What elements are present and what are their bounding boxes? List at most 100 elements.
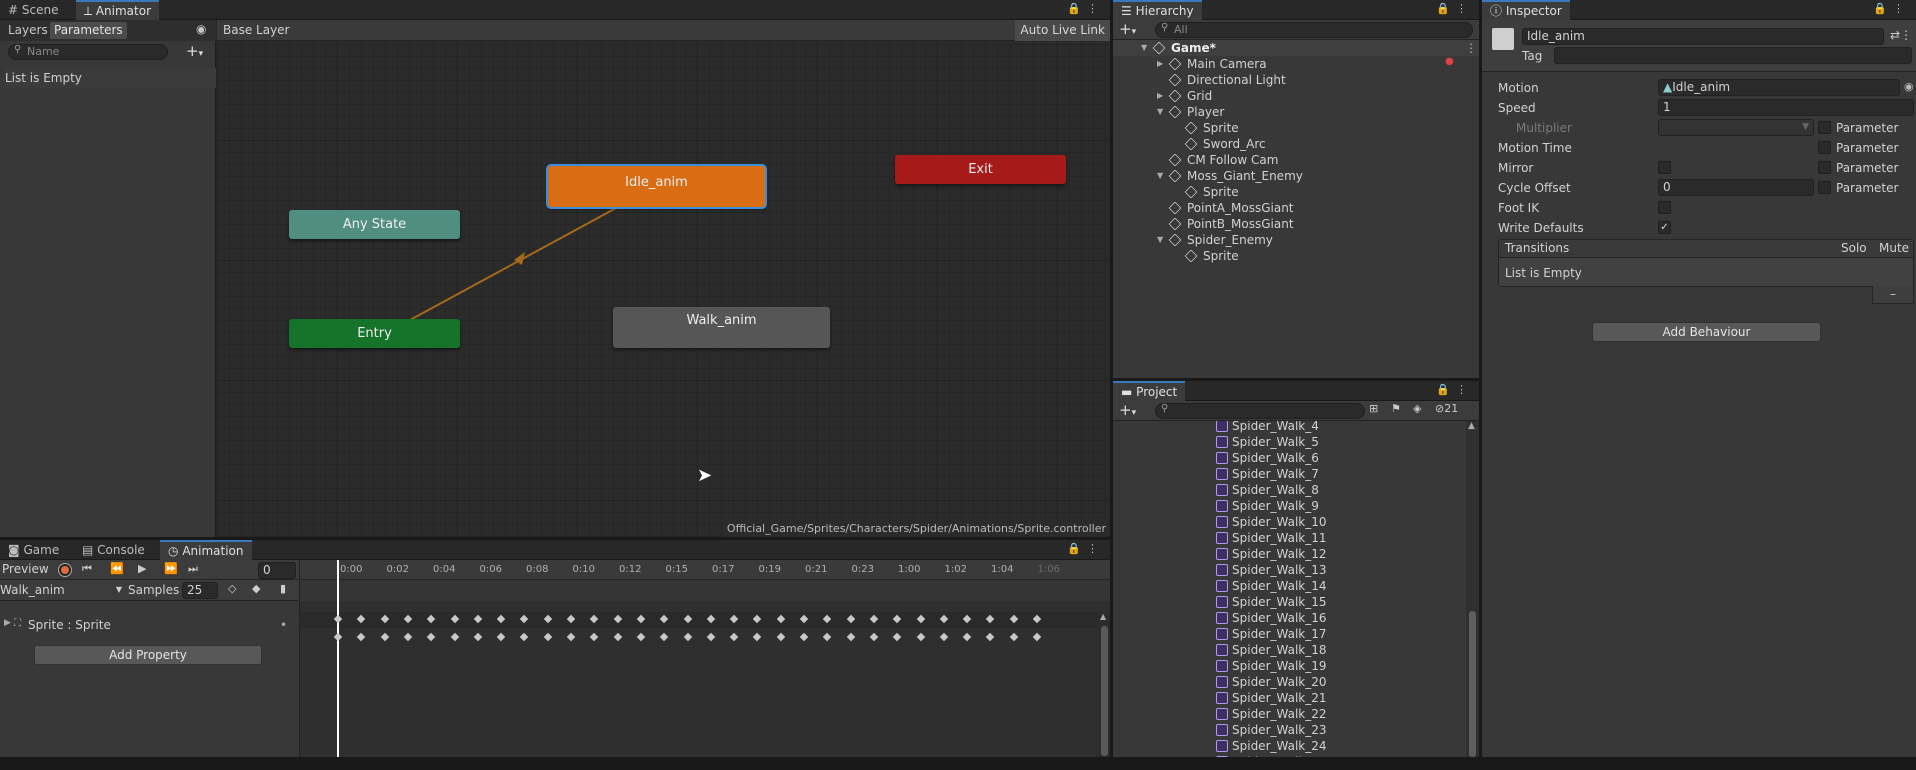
property-row[interactable]: ▶ ⛶ Sprite : Sprite • [0,616,298,636]
mirror-parameter-checkbox[interactable] [1818,161,1831,174]
hierarchy-item[interactable]: Sprite [1113,184,1479,200]
hierarchy-item[interactable]: ▶ Grid [1113,88,1479,104]
tab-hierarchy[interactable]: ☰ Hierarchy [1113,0,1202,20]
hierarchy-item[interactable]: Sword_Arc [1113,136,1479,152]
search-by-type-icon[interactable]: ⊞ [1369,402,1378,415]
cycle-offset-parameter-checkbox[interactable] [1818,181,1831,194]
collapsed-arrow-icon[interactable]: ▶ [1157,88,1163,104]
event-marker-icon[interactable]: ▮ [280,582,286,595]
motion-field[interactable]: ▲Idle_anim [1658,79,1900,96]
panel-menu-icons[interactable]: 🔒⋮ [1436,2,1473,15]
add-event-icon[interactable]: ◆ [252,582,260,595]
expanded-arrow-icon[interactable]: ▼ [1141,40,1147,56]
tab-parameters[interactable]: Parameters [50,22,127,39]
create-asset-button[interactable]: +▾ [1119,401,1136,419]
state-entry[interactable]: Entry [289,319,460,348]
eye-icon[interactable]: ◉ [196,22,206,36]
state-exit[interactable]: Exit [895,155,1066,184]
preview-toggle[interactable]: Preview [2,562,49,576]
filter-by-label-icon[interactable]: ⚑ [1391,402,1401,415]
project-search-input[interactable]: ⚲ [1155,403,1365,419]
last-keyframe-button[interactable]: ⏭ [188,562,198,576]
add-property-button[interactable]: Add Property [34,645,262,665]
hierarchy-item[interactable]: ▼ Player [1113,104,1479,120]
create-button[interactable]: +▾ [1119,20,1136,38]
state-walk-anim[interactable]: Walk_anim [613,307,830,348]
hidden-packages-toggle[interactable]: ⊘21 [1435,402,1458,415]
project-asset-item[interactable]: Spider_Walk_22 [1216,706,1327,722]
speed-field[interactable]: 1 [1658,99,1914,116]
animator-graph[interactable]: Base Layer Auto Live Link Any State Entr… [217,20,1110,537]
frame-field[interactable]: 0 [258,562,296,579]
project-asset-item[interactable]: Spider_Walk_17 [1216,626,1327,642]
tab-console[interactable]: ▤ Console [74,540,153,560]
project-asset-item[interactable]: Spider_Walk_18 [1216,642,1327,658]
hierarchy-item[interactable]: PointB_MossGiant [1113,216,1479,232]
tab-project[interactable]: ▬ Project [1113,381,1186,401]
scrollbar-thumb[interactable] [1101,626,1108,756]
property-options-icon[interactable]: • [280,618,287,632]
motion-time-parameter-checkbox[interactable] [1818,141,1831,154]
play-button[interactable]: ▶ [138,562,146,575]
samples-field[interactable]: 25 [182,582,218,599]
scroll-up-icon[interactable]: ▲ [1100,612,1106,621]
clip-dropdown[interactable]: Walk_anim ▼ [0,581,124,599]
scroll-up-icon[interactable]: ▲ [1468,421,1475,431]
hierarchy-item[interactable]: Directional Light [1113,72,1479,88]
project-scrollbar[interactable]: ▲ [1466,421,1479,757]
remove-transition-button[interactable]: – [1872,286,1914,304]
parameter-search-input[interactable]: ⚲ Name [8,44,168,60]
tag-icon[interactable]: ◈ [1413,402,1421,415]
next-keyframe-button[interactable]: ⏩ [164,562,178,575]
panel-menu-icons[interactable]: 🔒⋮ [1067,542,1104,555]
mirror-checkbox[interactable] [1658,161,1671,174]
expand-arrow-icon[interactable]: ▶ [4,618,11,628]
multiplier-parameter-checkbox[interactable] [1818,121,1831,134]
previous-keyframe-button[interactable]: ⏪ [110,562,124,575]
project-asset-item[interactable]: Spider_Walk_20 [1216,674,1327,690]
tab-animation[interactable]: ◷ Animation [160,540,252,560]
collapsed-arrow-icon[interactable]: ▶ [1157,56,1163,72]
project-asset-item[interactable]: Spider_Walk_24 [1216,738,1327,754]
project-asset-item[interactable]: Spider_Walk_12 [1216,546,1327,562]
presets-icon[interactable]: ⇄⋮ [1890,28,1912,42]
object-picker-icon[interactable]: ◉ [1904,80,1914,93]
scene-menu-icon[interactable]: ⋮ [1465,40,1477,56]
project-asset-item[interactable]: Spider_Walk_8 [1216,482,1319,498]
panel-menu-icons[interactable]: 🔒⋮ [1067,2,1104,15]
write-defaults-checkbox[interactable]: ✓ [1658,221,1671,234]
project-asset-item[interactable]: Spider_Walk_19 [1216,658,1327,674]
expanded-arrow-icon[interactable]: ▼ [1157,168,1163,184]
timeline-ruler[interactable]: 0:00 0:02 0:04 0:06 0:08 0:10 0:12 0:15 0:17 0:19… [300,560,1110,580]
project-asset-item[interactable]: Spider_Walk_7 [1216,466,1319,482]
hierarchy-item[interactable]: ▼ Spider_Enemy [1113,232,1479,248]
project-asset-item[interactable]: Spider_Walk_10 [1216,514,1327,530]
add-keyframe-icon[interactable]: ◇ [228,582,236,595]
add-behaviour-button[interactable]: Add Behaviour [1592,322,1821,342]
hierarchy-item[interactable]: ▼ Moss_Giant_Enemy [1113,168,1479,184]
expanded-arrow-icon[interactable]: ▼ [1157,104,1163,120]
project-asset-item[interactable]: Spider_Walk_6 [1216,450,1319,466]
hierarchy-item[interactable]: CM Follow Cam [1113,152,1479,168]
tab-layers[interactable]: Layers [4,22,52,39]
project-asset-item[interactable]: Spider_Walk_23 [1216,722,1327,738]
tab-game[interactable]: ◙ Game [0,540,67,560]
project-asset-item[interactable]: Spider_Walk_15 [1216,594,1327,610]
tab-scene[interactable]: # Scene [0,0,66,20]
timeline[interactable]: 0:00 0:02 0:04 0:06 0:08 0:10 0:12 0:15 0:17 0:19… [299,560,1110,757]
project-asset-item[interactable]: Spider_Walk_11 [1216,530,1327,546]
playhead[interactable] [337,560,339,757]
project-asset-item[interactable]: Spider_Walk_14 [1216,578,1327,594]
foot-ik-checkbox[interactable] [1658,201,1671,214]
project-asset-item[interactable]: Spider_Walk_21 [1216,690,1327,706]
state-any-state[interactable]: Any State [289,210,460,239]
scrollbar-thumb[interactable] [1469,611,1476,757]
expanded-arrow-icon[interactable]: ▼ [1157,232,1163,248]
hierarchy-search-input[interactable]: ⚲ All [1155,22,1473,38]
transition-arrow[interactable] [217,20,1110,537]
first-keyframe-button[interactable]: ⏮ [82,562,92,576]
state-name-field[interactable]: Idle_anim [1522,28,1884,45]
hierarchy-scene-row[interactable]: ▼ Game* ⋮ [1113,40,1479,56]
record-button[interactable] [58,563,72,577]
add-parameter-button[interactable]: +▾ [186,42,203,60]
